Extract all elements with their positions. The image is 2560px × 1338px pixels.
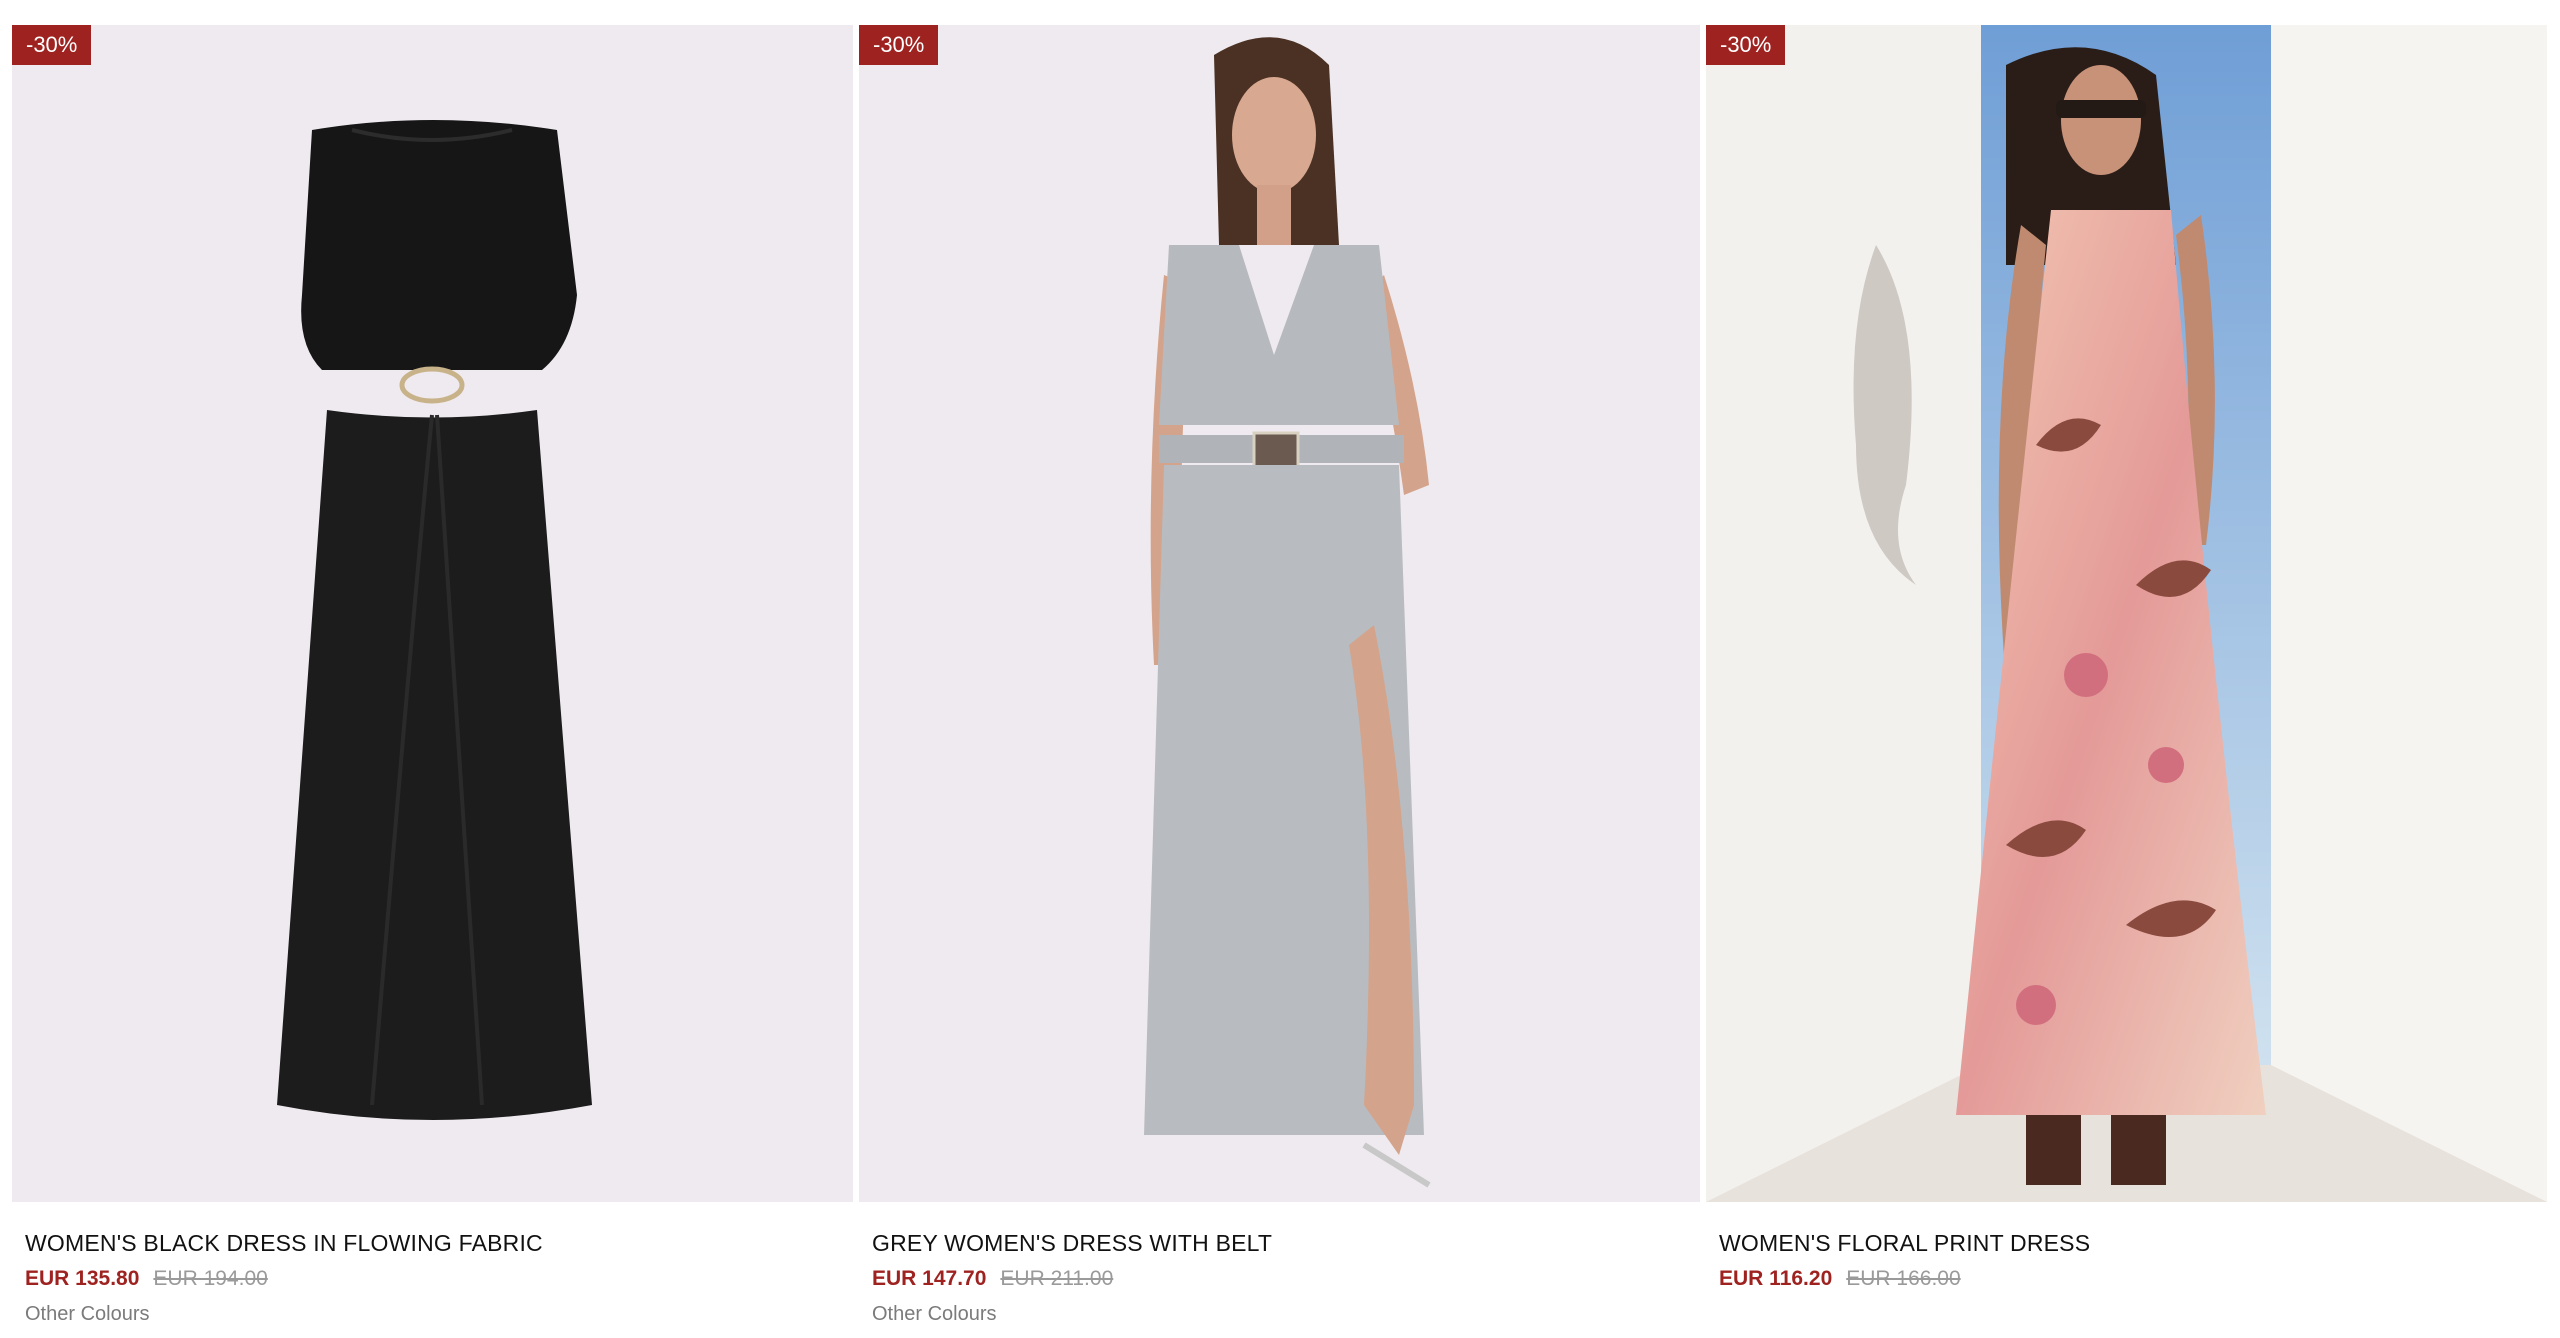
product-name[interactable]: WOMEN'S FLORAL PRINT DRESS [1719,1230,2534,1257]
floral-dress-image [1706,25,2547,1202]
grey-dress-image [859,25,1700,1202]
product-card-floral-dress[interactable]: -30% WOMEN'S FLORAL PRINT DRESS EUR 116.… [1706,25,2547,1326]
other-colours-link[interactable]: Other Colours [872,1303,1687,1326]
sale-price: EUR 147.70 [872,1267,987,1290]
price-row: EUR 147.70 EUR 211.00 [872,1267,1687,1291]
price-row: EUR 135.80 EUR 194.00 [25,1267,840,1291]
product-card-grey-dress[interactable]: -30% GREY WOMEN'S DRESS WITH BELT EUR 14… [859,25,1700,1326]
other-colours-link[interactable]: Other Colours [25,1303,840,1326]
black-dress-image [12,25,853,1202]
product-image[interactable]: -30% [1706,25,2547,1202]
product-image[interactable]: -30% [859,25,1700,1202]
discount-badge: -30% [1706,25,1786,65]
product-grid: -30% WOMEN'S BLACK DRESS IN FLOWING FABR… [12,25,2548,1326]
product-name[interactable]: GREY WOMEN'S DRESS WITH BELT [872,1230,1687,1257]
discount-badge: -30% [859,25,939,65]
sale-price: EUR 116.20 [1719,1267,1833,1290]
original-price: EUR 211.00 [1000,1267,1114,1290]
discount-badge: -30% [12,25,92,65]
product-image[interactable]: -30% [12,25,853,1202]
price-row: EUR 116.20 EUR 166.00 [1719,1267,2534,1291]
product-card-black-dress[interactable]: -30% WOMEN'S BLACK DRESS IN FLOWING FABR… [12,25,853,1326]
sale-price: EUR 135.80 [25,1267,140,1290]
original-price: EUR 166.00 [1846,1267,1961,1290]
product-name[interactable]: WOMEN'S BLACK DRESS IN FLOWING FABRIC [25,1230,840,1257]
original-price: EUR 194.00 [153,1267,268,1290]
